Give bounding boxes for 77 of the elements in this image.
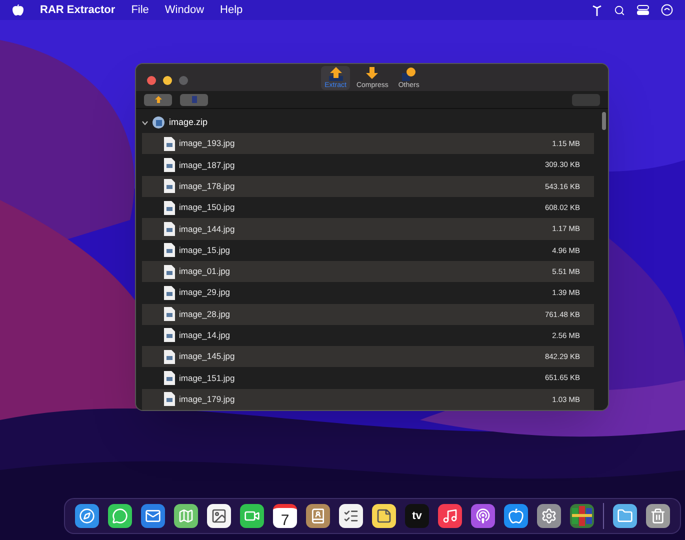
image-file-icon bbox=[164, 264, 175, 279]
map-icon bbox=[178, 508, 194, 524]
file-name: image_151.jpg bbox=[179, 372, 235, 384]
extract-button[interactable] bbox=[144, 94, 172, 106]
dock-app[interactable] bbox=[646, 504, 670, 528]
image-icon bbox=[211, 508, 227, 524]
music-note-icon bbox=[442, 508, 458, 524]
image-file-icon bbox=[164, 136, 175, 151]
antenna-icon[interactable] bbox=[592, 4, 602, 16]
image-file-icon bbox=[164, 158, 175, 172]
dock-app[interactable] bbox=[207, 504, 231, 528]
file-name: image_145.jpg bbox=[179, 350, 235, 364]
dock-app[interactable] bbox=[306, 504, 330, 528]
image-file-icon bbox=[164, 350, 175, 364]
file-name: image_150.jpg bbox=[179, 201, 235, 214]
menu-item[interactable]: Window bbox=[164, 2, 204, 18]
image-file-icon bbox=[164, 222, 175, 236]
dock-app[interactable] bbox=[471, 504, 495, 528]
dock-app[interactable] bbox=[504, 504, 528, 528]
dock-app[interactable] bbox=[570, 504, 594, 528]
dock-app[interactable]: tv bbox=[405, 504, 429, 528]
file-name: image_144.jpg bbox=[179, 222, 235, 236]
note-icon bbox=[376, 508, 392, 524]
menu-item[interactable]: Help bbox=[220, 2, 243, 18]
control-center-icon[interactable] bbox=[637, 5, 649, 15]
apple-icon bbox=[508, 508, 524, 524]
dock-app[interactable] bbox=[174, 504, 198, 528]
apple-icon[interactable] bbox=[12, 4, 24, 16]
file-name: image_179.jpg bbox=[179, 392, 235, 406]
image-file-icon bbox=[164, 307, 175, 322]
down-arrow-icon bbox=[365, 67, 380, 82]
image-file-icon bbox=[164, 200, 175, 215]
delete-button[interactable] bbox=[180, 94, 208, 106]
siri-icon[interactable] bbox=[661, 4, 673, 16]
checklist-icon bbox=[343, 508, 359, 524]
image-file-icon bbox=[164, 328, 175, 342]
file-name: image_15.jpg bbox=[179, 244, 230, 257]
file-name: image_178.jpg bbox=[179, 180, 235, 193]
app-menu[interactable]: RAR Extractor bbox=[40, 2, 116, 18]
compass-icon bbox=[79, 508, 95, 524]
address-book-icon bbox=[310, 508, 326, 524]
archive-row[interactable]: image.zip bbox=[142, 112, 594, 134]
scrollbar[interactable] bbox=[602, 112, 606, 130]
image-file-icon bbox=[164, 392, 175, 406]
up-arrow-icon bbox=[154, 96, 162, 104]
envelope-icon bbox=[145, 508, 161, 524]
search-icon[interactable] bbox=[614, 4, 625, 16]
file-name: image_187.jpg bbox=[179, 158, 235, 172]
file-name: image_193.jpg bbox=[179, 137, 235, 150]
image-file-icon bbox=[164, 243, 175, 258]
folder-icon bbox=[617, 508, 633, 524]
dock-app[interactable] bbox=[438, 504, 462, 528]
dock-app[interactable] bbox=[141, 504, 165, 528]
dock-app[interactable] bbox=[240, 504, 264, 528]
image-file-icon bbox=[164, 371, 175, 386]
file-name: image_28.jpg bbox=[179, 308, 230, 321]
file-name: image_14.jpg bbox=[179, 329, 230, 342]
image-file-icon bbox=[164, 179, 175, 194]
dock-app[interactable] bbox=[339, 504, 363, 528]
file-name: image_29.jpg bbox=[179, 286, 230, 300]
dock-app[interactable]: 7 bbox=[273, 504, 297, 528]
dock-app[interactable] bbox=[372, 504, 396, 528]
minimize-button[interactable] bbox=[163, 76, 172, 85]
dock-app[interactable] bbox=[537, 504, 561, 528]
file-name: image_01.jpg bbox=[179, 265, 230, 278]
image-file-icon bbox=[164, 286, 175, 300]
close-button[interactable] bbox=[147, 76, 156, 85]
chevron-icon[interactable] bbox=[142, 120, 148, 126]
chat-bubble-icon bbox=[112, 508, 128, 524]
up-arrow-icon bbox=[328, 67, 343, 82]
dock-app[interactable] bbox=[613, 504, 637, 528]
podcast-icon bbox=[475, 508, 491, 524]
menu-item[interactable]: File bbox=[131, 2, 149, 18]
dock-app[interactable] bbox=[108, 504, 132, 528]
archive-icon bbox=[152, 116, 165, 130]
books-icon bbox=[572, 506, 592, 526]
dock-app[interactable] bbox=[75, 504, 99, 528]
